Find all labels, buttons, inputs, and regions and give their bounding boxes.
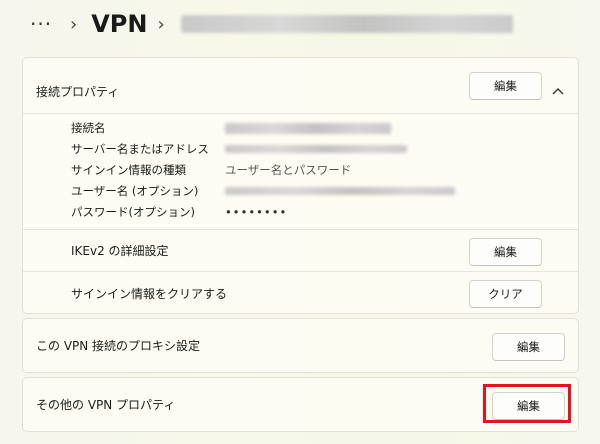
detail-key: サインイン情報の種類 [71, 163, 186, 177]
other-vpn-properties-label: その他の VPN プロパティ [36, 398, 176, 412]
chevron-right-icon: › [157, 13, 165, 35]
edit-other-vpn-properties-button[interactable]: 編集 [492, 392, 565, 420]
detail-key: サーバー名またはアドレス [71, 142, 209, 156]
detail-row-sign-in-type: サインイン情報の種類 ユーザー名とパスワード [71, 160, 551, 180]
divider [23, 113, 578, 114]
clear-sign-in-label: サインイン情報をクリアする [71, 286, 228, 301]
edit-proxy-button[interactable]: 編集 [492, 333, 565, 361]
proxy-settings-card: この VPN 接続のプロキシ設定 編集 [22, 318, 579, 373]
password-value: •••••••• [225, 205, 288, 219]
other-vpn-properties-card: その他の VPN プロパティ 編集 [22, 377, 579, 432]
username-value-redacted [225, 187, 455, 195]
chevron-right-icon: › [70, 13, 78, 35]
detail-row-password: パスワード(オプション) •••••••• [71, 202, 551, 222]
edit-connection-properties-button[interactable]: 編集 [469, 72, 542, 100]
detail-key: 接続名 [71, 121, 106, 135]
chevron-up-icon[interactable] [552, 85, 564, 97]
clear-sign-in-button[interactable]: クリア [469, 280, 542, 308]
edit-ikev2-button[interactable]: 編集 [469, 238, 542, 266]
detail-row-username: ユーザー名 (オプション) [71, 181, 551, 201]
connection-properties-title: 接続プロパティ [36, 84, 120, 99]
connection-name-value-redacted [225, 122, 391, 134]
detail-row-connection-name: 接続名 [71, 118, 551, 138]
server-address-value-redacted [225, 145, 407, 153]
page-title[interactable]: VPN [91, 10, 147, 38]
sign-in-type-value: ユーザー名とパスワード [225, 163, 352, 177]
proxy-settings-label: この VPN 接続のプロキシ設定 [36, 339, 201, 353]
detail-key: ユーザー名 (オプション) [71, 184, 199, 198]
connection-name-redacted [180, 15, 513, 33]
breadcrumb: ··· › VPN › [30, 0, 513, 48]
ikev2-settings-label: IKEv2 の詳細設定 [71, 244, 169, 258]
more-options-icon[interactable]: ··· [30, 12, 60, 36]
connection-properties-card: 接続プロパティ 編集 接続名 サーバー名またはアドレス サインイン情報の種類 ユ… [22, 57, 579, 314]
detail-key: パスワード(オプション) [71, 205, 195, 219]
detail-row-server-address: サーバー名またはアドレス [71, 139, 551, 159]
